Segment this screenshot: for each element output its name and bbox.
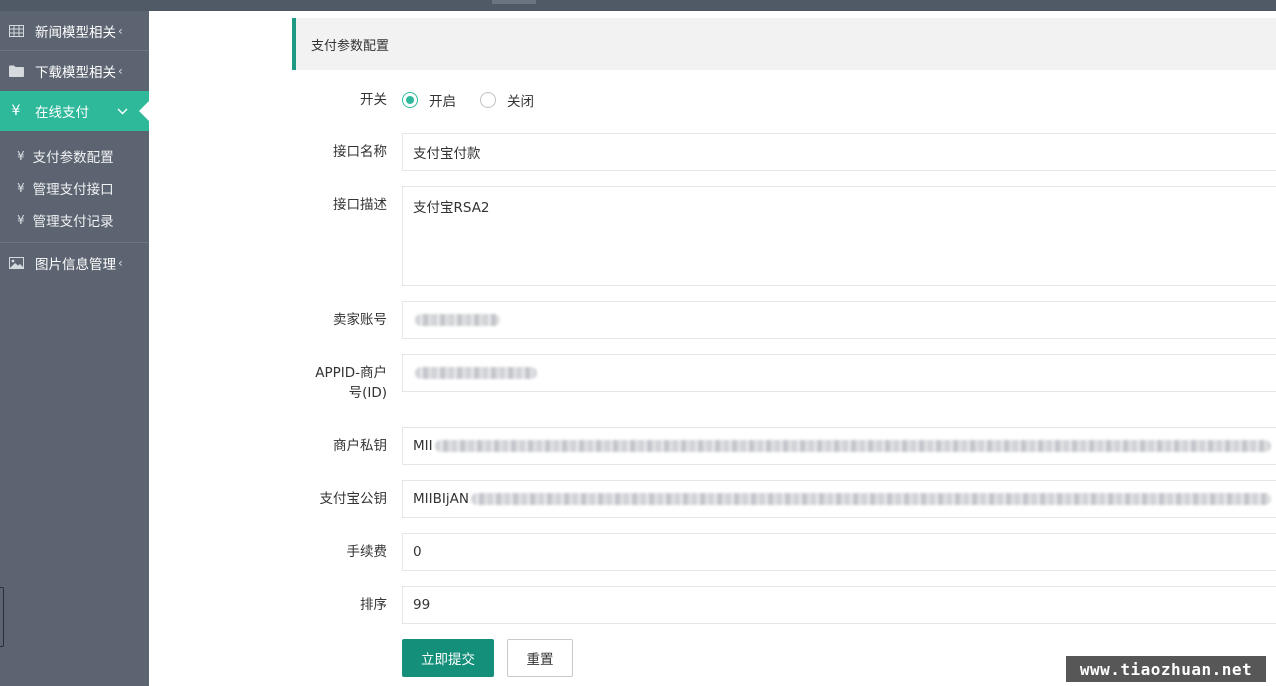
fee-input[interactable]: 0: [402, 533, 1276, 571]
sidebar-item-label: 新闻模型相关: [35, 25, 116, 41]
form-row-private-key: 商户私钥 MII: [292, 427, 1276, 465]
public-key-value: MIIBIjAN: [413, 491, 469, 507]
yen-icon: ¥: [17, 149, 25, 163]
private-key-value: MII: [413, 438, 433, 454]
name-input[interactable]: 支付宝付款: [402, 133, 1276, 171]
fee-value: 0: [413, 544, 422, 560]
form-row-sort: 排序 99: [292, 586, 1276, 624]
radio-dot: [406, 96, 414, 104]
sort-label: 排序: [360, 597, 387, 613]
reset-button[interactable]: 重置: [507, 639, 573, 677]
name-label: 接口名称: [333, 144, 387, 160]
sidebar-subitem-payment-config[interactable]: ¥ 支付参数配置: [0, 140, 149, 172]
table-icon: [8, 25, 24, 37]
sidebar-subitem-manage-records[interactable]: ¥ 管理支付记录: [0, 204, 149, 236]
redacted-text: [415, 367, 537, 379]
seller-label: 卖家账号: [333, 312, 387, 328]
sidebar-item-label: 下载模型相关: [35, 65, 116, 81]
panel-title: 支付参数配置: [311, 38, 390, 54]
image-icon: [8, 257, 24, 269]
chevron-left-icon: ‹: [118, 64, 123, 78]
public-key-input[interactable]: MIIBIjAN: [402, 480, 1276, 518]
seller-input[interactable]: [402, 301, 1276, 339]
sidebar: 新闻模型相关 ‹ 下载模型相关 ‹ ¥ 在线支付 ¥ 支付参数配置 ¥ 管理支付…: [0, 11, 149, 686]
form-row-fee: 手续费 0: [292, 533, 1276, 571]
radio-on-label[interactable]: 开启: [429, 90, 456, 110]
appid-label: APPID-商户 号(ID): [315, 365, 387, 401]
redacted-text: [470, 493, 1271, 505]
top-tab-highlight[interactable]: [492, 0, 536, 4]
form-row-name: 接口名称 支付宝付款: [292, 133, 1276, 171]
chevron-down-icon: [117, 104, 128, 118]
form-row-appid: APPID-商户 号(ID): [292, 354, 1276, 401]
fee-label: 手续费: [346, 544, 388, 560]
sidebar-item-image-management[interactable]: 图片信息管理 ‹: [0, 243, 149, 283]
form-row-desc: 接口描述 支付宝RSA2: [292, 186, 1276, 286]
sidebar-item-label: 图片信息管理: [35, 257, 116, 273]
sort-value: 99: [413, 597, 431, 613]
chevron-left-icon: ‹: [118, 24, 123, 38]
sidebar-subitem-label: 管理支付记录: [32, 214, 114, 230]
sidebar-item-online-payment[interactable]: ¥ 在线支付: [0, 91, 149, 131]
sidebar-resize-handle[interactable]: [0, 587, 4, 647]
form-row-seller: 卖家账号: [292, 301, 1276, 339]
yen-icon: ¥: [11, 103, 21, 119]
yen-icon: ¥: [17, 181, 25, 195]
desc-value: 支付宝RSA2: [413, 200, 490, 216]
watermark: www.tiaozhuan.net: [1066, 656, 1266, 682]
radio-off[interactable]: [480, 92, 496, 108]
desc-label: 接口描述: [333, 197, 387, 213]
switch-radio-group: 开启 关闭: [402, 90, 558, 110]
radio-off-label[interactable]: 关闭: [507, 90, 534, 110]
appid-input[interactable]: [402, 354, 1276, 392]
panel-header: 支付参数配置: [292, 18, 1276, 70]
desc-textarea[interactable]: 支付宝RSA2: [402, 186, 1276, 286]
folder-icon: [8, 65, 24, 77]
redacted-text: [434, 440, 1271, 452]
sidebar-subitem-label: 管理支付接口: [32, 182, 114, 198]
private-key-input[interactable]: MII: [402, 427, 1276, 465]
public-key-label: 支付宝公钥: [319, 491, 388, 507]
sidebar-item-label: 在线支付: [35, 105, 89, 121]
private-key-label: 商户私钥: [333, 438, 387, 454]
switch-label: 开关: [360, 92, 387, 108]
submit-button[interactable]: 立即提交: [402, 639, 494, 677]
sidebar-subitem-label: 支付参数配置: [32, 150, 114, 166]
form-row-public-key: 支付宝公钥 MIIBIjAN: [292, 480, 1276, 518]
name-value: 支付宝付款: [413, 146, 481, 162]
yen-icon: ¥: [17, 213, 25, 227]
redacted-text: [415, 314, 500, 326]
chevron-left-icon: ‹: [118, 256, 123, 270]
top-bar: [0, 0, 1276, 11]
radio-on[interactable]: [402, 92, 418, 108]
sidebar-subitem-manage-interfaces[interactable]: ¥ 管理支付接口: [0, 172, 149, 204]
sidebar-item-download-model[interactable]: 下载模型相关 ‹: [0, 51, 149, 91]
sort-input[interactable]: 99: [402, 586, 1276, 624]
sidebar-item-news-model[interactable]: 新闻模型相关 ‹: [0, 11, 149, 51]
